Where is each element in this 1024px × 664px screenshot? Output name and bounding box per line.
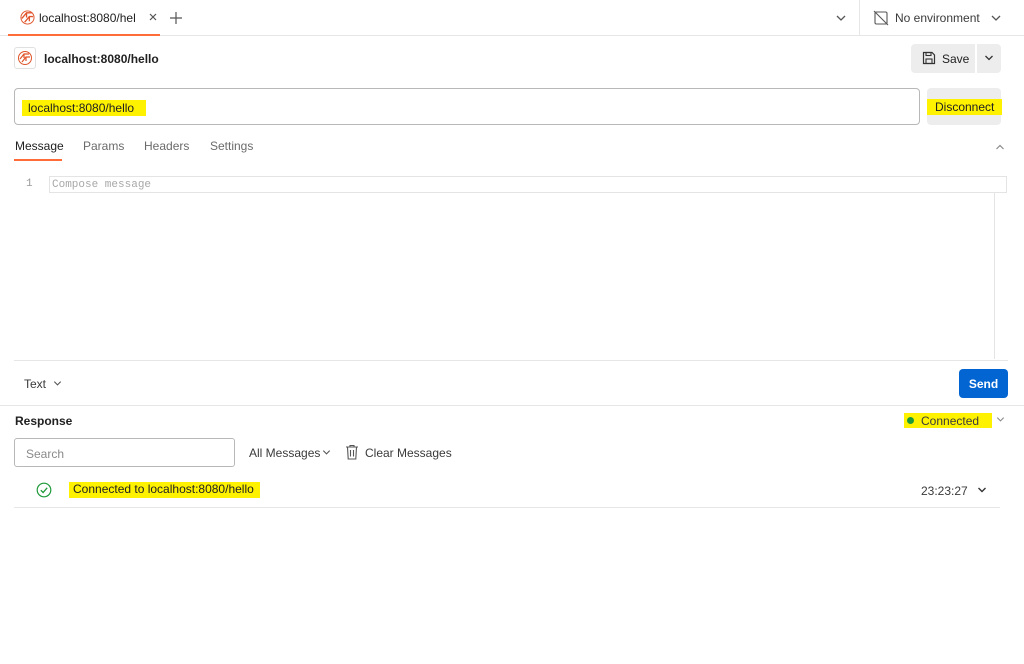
page-title: localhost:8080/hello <box>44 52 159 66</box>
clear-messages-button[interactable]: Clear Messages <box>365 446 452 460</box>
url-value: localhost:8080/hello <box>22 100 147 116</box>
chevron-down-icon[interactable] <box>995 414 1006 425</box>
disconnect-label: Disconnect <box>927 99 1003 115</box>
divider <box>0 405 1024 406</box>
send-label: Send <box>968 377 999 391</box>
line-number: 1 <box>26 178 33 190</box>
tab-headers[interactable]: Headers <box>144 139 189 153</box>
chevron-down-icon[interactable] <box>321 447 332 458</box>
tab-message[interactable]: Message <box>15 139 64 153</box>
send-button[interactable]: Send <box>959 369 1008 398</box>
divider <box>859 0 860 36</box>
environment-selector[interactable]: No environment <box>895 11 980 25</box>
chevron-down-icon[interactable] <box>976 484 988 496</box>
chevron-down-icon[interactable] <box>52 378 63 389</box>
divider <box>14 360 1008 361</box>
websocket-icon <box>14 47 36 69</box>
url-input[interactable]: localhost:8080/hello <box>14 88 920 125</box>
tab-params[interactable]: Params <box>83 139 124 153</box>
request-tab[interactable]: localhost:8080/hel <box>8 0 160 36</box>
chevron-down-icon[interactable] <box>989 11 1003 25</box>
active-tab-indicator <box>14 159 62 161</box>
tab-bar: localhost:8080/hel No environment <box>0 0 1024 36</box>
save-options-button[interactable] <box>977 44 1001 73</box>
message-filter-dropdown[interactable]: All Messages <box>249 446 320 460</box>
tab-settings[interactable]: Settings <box>210 139 253 153</box>
compose-message-editor[interactable]: Compose message <box>49 176 1007 193</box>
check-circle-icon <box>36 482 52 498</box>
chevron-down-icon[interactable] <box>834 11 848 25</box>
list-item[interactable]: Connected to localhost:8080/hello 23:23:… <box>14 474 1000 508</box>
response-title: Response <box>15 414 73 428</box>
connection-status: Connected <box>904 413 992 428</box>
save-icon <box>922 51 936 65</box>
search-placeholder: Search <box>26 447 65 461</box>
message-type-selector[interactable]: Text <box>24 377 46 391</box>
status-label: Connected <box>921 414 980 428</box>
request-tab-label: localhost:8080/hel <box>39 11 136 25</box>
plus-icon[interactable] <box>168 10 184 26</box>
status-dot <box>907 417 914 424</box>
chevron-down-icon <box>983 52 995 64</box>
websocket-icon <box>20 10 35 25</box>
trash-icon[interactable] <box>345 444 359 460</box>
disconnect-button[interactable]: Disconnect <box>927 88 1003 125</box>
compose-placeholder: Compose message <box>52 179 152 191</box>
search-input[interactable]: Search <box>14 438 235 467</box>
save-button[interactable]: Save <box>911 44 975 73</box>
save-label: Save <box>942 52 970 66</box>
chevron-up-icon[interactable] <box>994 141 1006 153</box>
no-environment-icon <box>873 10 889 26</box>
message-text: Connected to localhost:8080/hello <box>69 482 260 498</box>
editor-scrollbar[interactable] <box>994 193 995 359</box>
close-icon[interactable] <box>147 11 159 23</box>
message-timestamp: 23:23:27 <box>921 484 968 498</box>
